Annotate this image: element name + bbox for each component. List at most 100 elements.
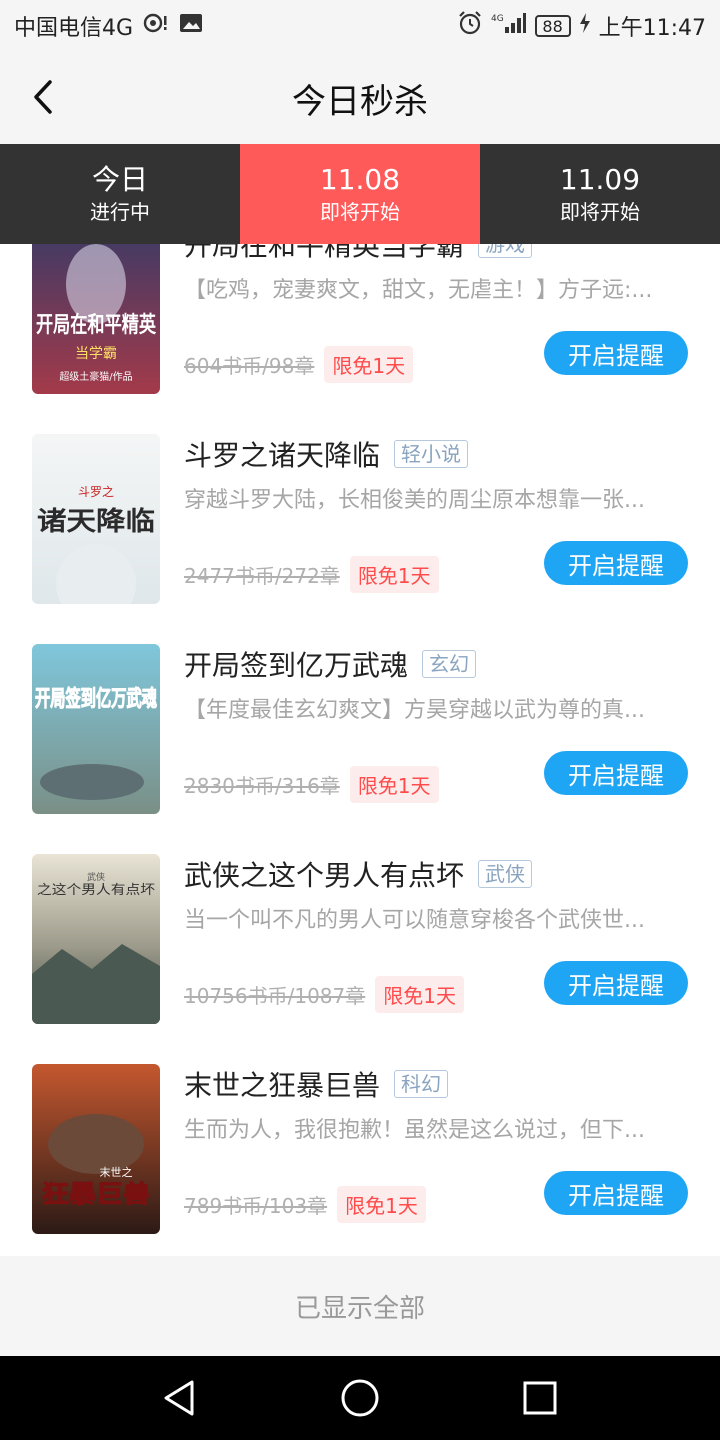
book-title[interactable]: 斗罗之诸天降临 轻小说 bbox=[184, 434, 469, 474]
tab-sub: 进行中 bbox=[90, 200, 150, 224]
book-item[interactable]: 末世之 狂暴巨兽 末世之狂暴巨兽 科幻 生而为人，我很抱歉！虽然是这么说过，但下.… bbox=[0, 1064, 720, 1256]
original-price: 2477书币/272章 bbox=[184, 564, 340, 588]
header-bar: 今日秒杀 bbox=[0, 50, 720, 144]
cover-title: 诸天降临 bbox=[37, 506, 155, 537]
cover-title: 狂暴巨兽 bbox=[42, 1180, 150, 1208]
genre-tag: 轻小说 bbox=[394, 440, 469, 468]
book-title[interactable]: 末世之狂暴巨兽 科幻 bbox=[184, 1064, 449, 1104]
price-row: 2830书币/316章 限免1天 bbox=[184, 766, 439, 803]
price-row: 2477书币/272章 限免1天 bbox=[184, 556, 439, 593]
original-price: 789书币/103章 bbox=[184, 1194, 328, 1218]
remind-button[interactable]: 开启提醒 bbox=[544, 541, 688, 585]
original-price: 2830书币/316章 bbox=[184, 774, 340, 798]
image-notification-icon bbox=[179, 12, 203, 40]
footer-text: 已显示全部 bbox=[294, 1293, 425, 1324]
genre-tag: 游戏 bbox=[478, 244, 533, 258]
remind-button[interactable]: 开启提醒 bbox=[544, 331, 688, 375]
page-title: 今日秒杀 bbox=[292, 82, 428, 122]
book-description: 【年度最佳玄幻爽文】方昊穿越以武为尊的真... bbox=[184, 698, 645, 723]
price-row: 604书币/98章 限免1天 bbox=[184, 346, 414, 383]
tab-sub: 即将开始 bbox=[320, 200, 400, 224]
book-title[interactable]: 开局在和平精英当学霸 游戏 bbox=[184, 244, 533, 264]
tab-1108[interactable]: 11.08 即将开始 bbox=[240, 144, 480, 244]
remind-button[interactable]: 开启提醒 bbox=[544, 1171, 688, 1215]
cover-author: 超级土豪猫/作品 bbox=[59, 370, 132, 383]
book-cover-art: 开局在和平精英 当学霸 超级土豪猫/作品 bbox=[32, 244, 160, 394]
book-item[interactable]: 开局签到亿万武魂 开局签到亿万武魂玄幻 【年度最佳玄幻爽文】方昊穿越以武为尊的真… bbox=[0, 644, 720, 854]
remind-button[interactable]: 开启提醒 bbox=[544, 961, 688, 1005]
book-title-text: 末世之狂暴巨兽 bbox=[184, 1069, 381, 1102]
book-cover[interactable]: 开局签到亿万武魂 bbox=[32, 644, 160, 814]
book-title[interactable]: 武侠之这个男人有点坏 武侠 bbox=[184, 854, 533, 894]
book-title-text: 开局在和平精英当学霸 bbox=[184, 244, 465, 262]
tab-sub: 即将开始 bbox=[560, 200, 640, 224]
book-title-text: 武侠之这个男人有点坏 bbox=[184, 859, 465, 892]
cover-sub: 武侠 bbox=[87, 871, 105, 883]
list-end-footer: 已显示全部 bbox=[0, 1256, 720, 1356]
network-label: 4G bbox=[491, 14, 504, 24]
book-item[interactable]: 武侠 之这个男人有点坏 武侠之这个男人有点坏 武侠 当一个叫不凡的男人可以随意穿梭… bbox=[0, 854, 720, 1064]
clock: 上午11:47 bbox=[598, 16, 706, 41]
circle-home-icon bbox=[341, 1379, 379, 1417]
system-nav-bar bbox=[0, 1356, 720, 1440]
tab-1109[interactable]: 11.09 即将开始 bbox=[480, 144, 720, 244]
book-cover[interactable]: 开局在和平精英 当学霸 超级土豪猫/作品 bbox=[32, 244, 160, 394]
book-cover-art: 武侠 之这个男人有点坏 bbox=[32, 854, 160, 1024]
free-badge: 限免1天 bbox=[324, 346, 414, 383]
book-cover[interactable]: 末世之 狂暴巨兽 bbox=[32, 1064, 160, 1234]
book-cover-art: 末世之 狂暴巨兽 bbox=[32, 1064, 160, 1234]
book-description: 【吃鸡，宠妻爽文，甜文，无虐主！】方子远:... bbox=[184, 278, 653, 303]
free-badge: 限免1天 bbox=[349, 766, 439, 803]
cover-sub: 末世之 bbox=[100, 1165, 133, 1179]
book-title[interactable]: 开局签到亿万武魂 玄幻 bbox=[184, 644, 477, 684]
original-price: 10756书币/1087章 bbox=[184, 984, 366, 1008]
date-tabs: 今日 进行中 11.08 即将开始 11.09 即将开始 bbox=[0, 144, 720, 244]
alarm-icon bbox=[457, 10, 483, 42]
book-title-text: 斗罗之诸天降临 bbox=[184, 439, 381, 472]
nav-back-button[interactable] bbox=[158, 1376, 202, 1420]
book-cover-art: 斗罗之 诸天降临 bbox=[32, 434, 160, 604]
hotspot-icon bbox=[143, 12, 169, 40]
book-title-text: 开局签到亿万武魂 bbox=[184, 649, 409, 682]
genre-tag: 玄幻 bbox=[422, 650, 477, 678]
square-recents-icon bbox=[523, 1381, 557, 1415]
status-right: 4G 88 上午11:47 bbox=[457, 10, 706, 42]
cover-title: 开局在和平精英 bbox=[36, 312, 157, 338]
genre-tag: 武侠 bbox=[478, 860, 533, 888]
cover-title: 开局签到亿万武魂 bbox=[35, 686, 157, 712]
book-item[interactable]: 斗罗之 诸天降临 斗罗之诸天降临 轻小说 穿越斗罗大陆，长相俊美的周尘原本想靠一张… bbox=[0, 434, 720, 644]
price-row: 10756书币/1087章 限免1天 bbox=[184, 976, 464, 1013]
book-description: 穿越斗罗大陆，长相俊美的周尘原本想靠一张... bbox=[184, 488, 645, 513]
original-price: 604书币/98章 bbox=[184, 354, 315, 378]
genre-tag: 科幻 bbox=[394, 1070, 449, 1098]
tab-label: 11.09 bbox=[559, 163, 641, 196]
status-left: 中国电信4G bbox=[14, 10, 203, 42]
free-badge: 限免1天 bbox=[349, 556, 439, 593]
nav-recents-button[interactable] bbox=[518, 1376, 562, 1420]
cover-sub: 斗罗之 bbox=[78, 485, 114, 499]
status-bar: 中国电信4G 4G 88 上午11:47 bbox=[0, 0, 720, 50]
book-list[interactable]: 开局在和平精英 当学霸 超级土豪猫/作品 开局在和平精英当学霸游戏 【吃鸡，宠妻… bbox=[0, 244, 720, 1256]
free-badge: 限免1天 bbox=[375, 976, 464, 1013]
book-cover[interactable]: 斗罗之 诸天降临 bbox=[32, 434, 160, 604]
tab-today[interactable]: 今日 进行中 bbox=[0, 144, 240, 244]
cover-sub: 当学霸 bbox=[75, 346, 117, 362]
carrier-label: 中国电信4G bbox=[14, 16, 134, 41]
battery-indicator: 88 bbox=[534, 15, 571, 37]
app-screen: 中国电信4G 4G 88 上午11:47 今日秒杀 今日 进行中 11.08 即… bbox=[0, 0, 720, 1440]
nav-home-button[interactable] bbox=[338, 1376, 382, 1420]
free-badge: 限免1天 bbox=[337, 1186, 426, 1223]
book-description: 当一个叫不凡的男人可以随意穿梭各个武侠世... bbox=[184, 908, 645, 933]
book-item[interactable]: 开局在和平精英 当学霸 超级土豪猫/作品 开局在和平精英当学霸游戏 【吃鸡，宠妻… bbox=[0, 244, 720, 434]
book-cover[interactable]: 武侠 之这个男人有点坏 bbox=[32, 854, 160, 1024]
book-description: 生而为人，我很抱歉！虽然是这么说过，但下... bbox=[184, 1118, 645, 1143]
price-row: 789书币/103章 限免1天 bbox=[184, 1186, 426, 1223]
tab-label: 11.08 bbox=[319, 163, 401, 196]
tab-label: 今日 bbox=[91, 163, 148, 196]
battery-level: 88 bbox=[542, 16, 563, 36]
book-cover-art: 开局签到亿万武魂 bbox=[32, 644, 160, 814]
signal-icon: 4G bbox=[491, 11, 527, 41]
remind-button[interactable]: 开启提醒 bbox=[544, 751, 688, 795]
cover-title: 之这个男人有点坏 bbox=[37, 882, 155, 898]
charging-icon bbox=[579, 12, 591, 40]
